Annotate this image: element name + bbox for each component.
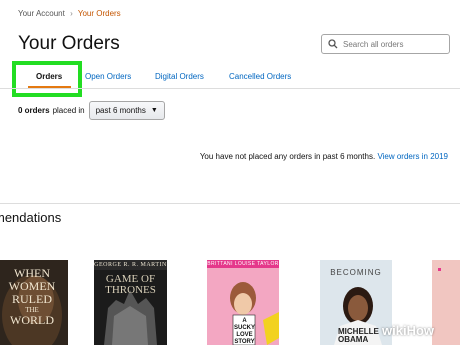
breadcrumb-separator: › (70, 9, 73, 18)
breadcrumb-your-account[interactable]: Your Account (18, 9, 65, 18)
book-title-line: WORLD (10, 313, 54, 327)
book-cover-when-women-ruled[interactable]: WHEN WOMEN RULED THE WORLD (0, 260, 68, 345)
tab-digital-orders[interactable]: Digital Orders (155, 72, 204, 81)
search-icon (328, 39, 338, 49)
book-title-line: RULED (12, 292, 52, 306)
book-title: BECOMING (330, 268, 382, 277)
tab-highlight-box (12, 61, 82, 97)
order-filter-row: 0 orders placed in past 6 months ▼ (18, 100, 165, 120)
tab-cancelled-orders[interactable]: Cancelled Orders (229, 72, 291, 81)
empty-message-text: You have not placed any orders in past 6… (199, 152, 376, 161)
search-box[interactable] (321, 34, 450, 54)
book-author: MICHELLE OBAMA (338, 327, 379, 344)
book-title: GAME OF THRONES (105, 273, 156, 296)
breadcrumb: Your Account › Your Orders (18, 9, 121, 18)
book-author: GEORGE R. R. MARTIN (94, 262, 167, 268)
book-cover-art (432, 260, 460, 345)
time-period-select[interactable]: past 6 months ▼ (88, 100, 165, 120)
book-author: BRITTANI LOUISE TAYLOR (207, 261, 279, 267)
recommendations-heading: mendations (0, 210, 62, 225)
chevron-down-icon: ▼ (150, 106, 158, 114)
view-orders-2019-link[interactable]: View orders in 2019 (377, 152, 448, 161)
tab-open-orders[interactable]: Open Orders (85, 72, 131, 81)
breadcrumb-current: Your Orders (77, 9, 121, 18)
book-title: A SUCKY LOVE STORY (234, 318, 256, 345)
search-input[interactable] (343, 39, 443, 49)
placed-in-label: placed in (52, 105, 85, 115)
order-count: 0 orders (18, 105, 50, 115)
book-cover-a-sucky-love-story[interactable]: BRITTANI LOUISE TAYLOR A SUCKY LOVE STOR… (207, 260, 279, 345)
recommendations-divider (0, 203, 460, 204)
book-cover-partial[interactable] (432, 260, 460, 345)
book-cover-game-of-thrones[interactable]: GEORGE R. R. MARTIN GAME OF THRONES (94, 260, 167, 345)
wikihow-watermark: wikiHow (382, 323, 435, 338)
empty-orders-message: You have not placed any orders in past 6… (200, 152, 448, 161)
time-period-value: past 6 months (95, 105, 146, 115)
tabs-divider (0, 88, 460, 89)
page-title: Your Orders (18, 33, 120, 54)
